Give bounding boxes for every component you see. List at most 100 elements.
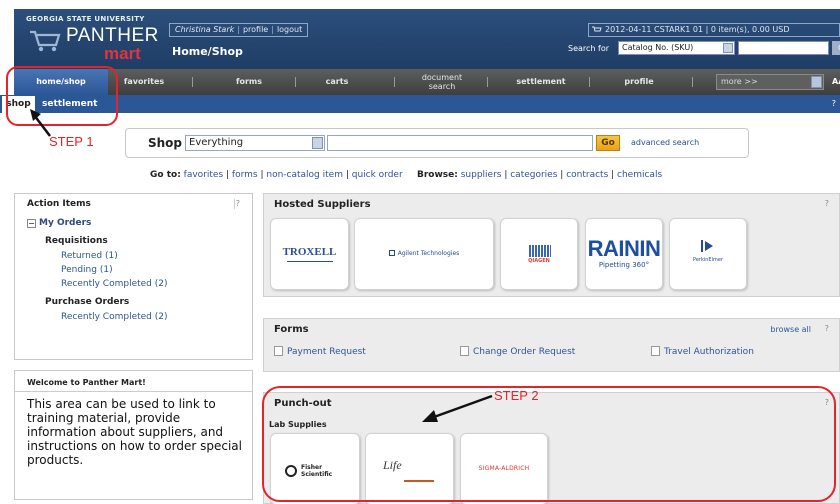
nav-divider (192, 77, 193, 87)
action-items-title: Action Items (27, 199, 91, 209)
nav-divider (487, 77, 488, 87)
goto-line: Go to: favorites | forms | non-catalog i… (150, 170, 663, 180)
tab-settlement[interactable]: settlement (501, 69, 581, 95)
tab-document-search[interactable]: document search (411, 69, 473, 95)
instruction-strip (0, 0, 840, 9)
goto-label: Go to: (150, 170, 181, 180)
header: GEORGIA STATE UNIVERSITY PANTHER mart Ch… (14, 9, 840, 69)
chevron-down-icon (811, 76, 822, 88)
shop-search-input[interactable] (327, 135, 593, 151)
help-icon[interactable]: ? (825, 199, 829, 208)
supplier-name-agilent: Agilent Technologies (397, 250, 460, 257)
supplier-tagline-rainin: Pipetting 360° (598, 261, 650, 269)
forms-panel: Forms browse all ? Payment Request Chang… (263, 318, 840, 372)
tab-profile[interactable]: profile (614, 69, 664, 95)
browse-suppliers-link[interactable]: suppliers (461, 170, 502, 180)
cart-icon (592, 26, 602, 32)
nav-divider (394, 77, 395, 87)
chevron-down-icon (312, 137, 323, 149)
goto-forms-link[interactable]: forms (232, 170, 258, 180)
nav-divider (692, 77, 693, 87)
cart-summary-text: 2012-04-11 CSTARK1 01 | 0 item(s), 0.00 … (605, 25, 790, 34)
step2-label: STEP 2 (494, 388, 539, 403)
form-travel-authorization[interactable]: Travel Authorization (651, 346, 754, 357)
help-icon[interactable]: ? (832, 95, 836, 113)
step1-label: STEP 1 (49, 134, 94, 149)
qiagen-pattern-icon (529, 245, 551, 257)
shop-label: Shop (148, 136, 183, 150)
shop-search-box: Shop Everything Go advanced search (125, 128, 749, 158)
search-type-select[interactable]: Catalog No. (SKU) (618, 41, 735, 55)
search-label: Search for (568, 44, 610, 53)
perkinelmer-logo-icon (701, 240, 713, 252)
search-go-button[interactable]: Go (832, 41, 840, 55)
tab-forms[interactable]: forms (219, 69, 279, 95)
goto-favorites-link[interactable]: favorites (184, 170, 223, 180)
logo-underline (287, 261, 333, 262)
welcome-panel: Welcome to Panther Mart! This area can b… (14, 370, 253, 500)
nav-divider (295, 77, 296, 87)
hosted-suppliers-panel: Hosted Suppliers ? TROXELL Agilent Techn… (263, 193, 840, 297)
welcome-title: Welcome to Panther Mart! (27, 378, 146, 387)
recently-completed-po-link[interactable]: Recently Completed (2) (61, 312, 168, 322)
tab-carts[interactable]: carts (307, 69, 367, 95)
supplier-logo-rainin: RAININ (587, 236, 661, 261)
supplier-tile-troxell[interactable]: TROXELL (270, 218, 349, 290)
step2-arrow-icon (422, 394, 493, 422)
returned-link[interactable]: Returned (1) (61, 251, 118, 261)
text-size-control[interactable]: AAA (832, 69, 840, 95)
browse-chemicals-link[interactable]: chemicals (617, 170, 662, 180)
step2-highlight-ring (262, 386, 836, 502)
main-nav: home/shop favorites forms carts document… (14, 69, 840, 95)
page: GEORGIA STATE UNIVERSITY PANTHER mart Ch… (0, 0, 840, 504)
page-title: Home/Shop (172, 45, 243, 58)
supplier-tile-qiagen[interactable]: QIAGEN (500, 218, 578, 290)
browse-all-link[interactable]: browse all (770, 325, 811, 334)
goto-quick-order-link[interactable]: quick order (352, 170, 403, 180)
my-orders-toggle[interactable]: − My Orders (27, 218, 91, 228)
advanced-search-link[interactable]: advanced search (631, 138, 699, 147)
more-tabs-label: more >> (721, 77, 758, 86)
requisitions-heading: Requisitions (45, 236, 108, 246)
tab-favorites[interactable]: favorites (114, 69, 174, 95)
nav-divider (589, 77, 590, 87)
cart-logo-icon (30, 30, 61, 52)
agilent-spark-icon (388, 250, 395, 256)
cart-summary[interactable]: 2012-04-11 CSTARK1 01 | 0 item(s), 0.00 … (588, 23, 840, 37)
university-name: GEORGIA STATE UNIVERSITY (26, 15, 145, 23)
browse-label: Browse: (416, 170, 458, 180)
browse-contracts-link[interactable]: contracts (566, 170, 608, 180)
purchase-orders-heading: Purchase Orders (45, 297, 130, 307)
my-orders-label: My Orders (39, 218, 92, 228)
supplier-logo-perkinelmer: PerkinElmer (693, 257, 723, 263)
shop-go-button[interactable]: Go (596, 135, 620, 151)
form-change-order-request[interactable]: Change Order Request (460, 346, 575, 357)
supplier-tile-agilent[interactable]: Agilent Technologies (354, 218, 494, 290)
shop-scope-select[interactable]: Everything (185, 135, 325, 151)
form-payment-request[interactable]: Payment Request (274, 346, 366, 357)
form-label: Travel Authorization (664, 347, 754, 357)
logout-link[interactable]: logout (277, 25, 302, 34)
shop-scope-value: Everything (189, 137, 244, 148)
help-icon[interactable]: ? (236, 199, 240, 208)
search-input[interactable] (738, 41, 829, 55)
browse-categories-link[interactable]: categories (510, 170, 557, 180)
search-type-value: Catalog No. (SKU) (622, 43, 694, 52)
sub-nav: shop settlement ? (0, 95, 840, 113)
form-label: Payment Request (287, 347, 366, 357)
help-icon[interactable]: ? (825, 324, 829, 333)
supplier-logo-agilent: Agilent Technologies (355, 250, 493, 257)
document-icon (651, 346, 660, 356)
pending-link[interactable]: Pending (1) (61, 265, 113, 275)
more-tabs-select[interactable]: more >> (716, 74, 824, 90)
user-name: Christina Stark (175, 25, 235, 34)
document-icon (460, 346, 469, 356)
profile-link[interactable]: profile (243, 25, 268, 34)
supplier-tile-rainin[interactable]: RAININ Pipetting 360° (585, 218, 663, 290)
goto-non-catalog-link[interactable]: non-catalog item (266, 170, 343, 180)
recently-completed-req-link[interactable]: Recently Completed (2) (61, 279, 168, 289)
action-items-panel: Action Items ? − My Orders Requisitions R… (14, 193, 253, 360)
chevron-down-icon (723, 43, 733, 53)
supplier-tile-perkinelmer[interactable]: PerkinElmer (669, 218, 747, 290)
user-bar: Christina Stark | profile | logout (169, 23, 309, 37)
